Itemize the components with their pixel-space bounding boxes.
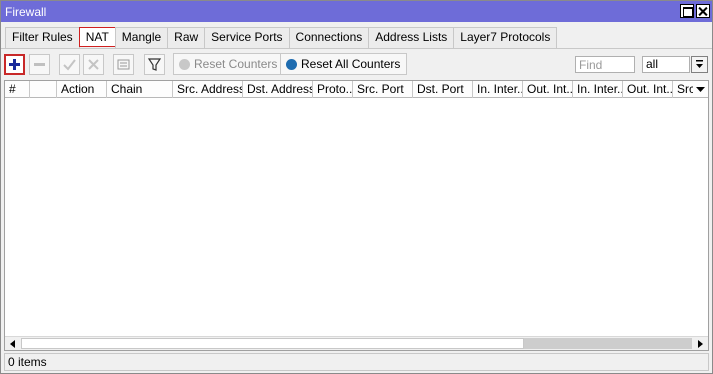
tab-layer7-protocols[interactable]: Layer7 Protocols: [453, 27, 558, 48]
chevron-down-icon: [696, 60, 703, 68]
close-icon[interactable]: [696, 4, 710, 18]
column-header[interactable]: [30, 81, 57, 98]
column-header[interactable]: Dst. Address: [243, 81, 313, 98]
tab-service-ports[interactable]: Service Ports: [204, 27, 290, 48]
tab-raw[interactable]: Raw: [167, 27, 206, 48]
remove-button[interactable]: [29, 54, 50, 75]
comment-icon: [117, 59, 130, 70]
enable-icon: [63, 59, 76, 71]
tab-divider: [1, 48, 712, 49]
table-body[interactable]: [5, 99, 708, 336]
tab-connections[interactable]: Connections: [288, 27, 370, 48]
column-header[interactable]: Out. Int...: [523, 81, 573, 98]
add-button[interactable]: [4, 54, 25, 75]
add-icon: [9, 59, 20, 70]
reset-all-counters-button[interactable]: Reset All Counters: [280, 53, 408, 75]
column-header[interactable]: Dst. Port: [413, 81, 473, 98]
reset-all-counters-label: Reset All Counters: [301, 57, 401, 71]
tab-bar: Filter Rules NAT Mangle Raw Service Port…: [5, 27, 558, 48]
column-header[interactable]: Chain: [107, 81, 173, 98]
nat-rules-table: # Action Chain Src. Address Dst. Address…: [4, 80, 709, 351]
scroll-right-icon[interactable]: [694, 338, 706, 350]
chevron-down-icon: [696, 87, 705, 92]
tab-nat[interactable]: NAT: [78, 27, 116, 47]
tab-address-lists[interactable]: Address Lists: [368, 27, 455, 48]
filter-select[interactable]: all: [642, 56, 690, 73]
disable-icon: [88, 59, 99, 70]
reset-counters-button[interactable]: Reset Counters: [173, 53, 285, 75]
tab-mangle[interactable]: Mangle: [114, 27, 169, 48]
title-bar[interactable]: Firewall: [1, 1, 712, 22]
filter-button[interactable]: [144, 54, 165, 75]
scroll-left-icon[interactable]: [7, 338, 19, 350]
column-header[interactable]: In. Inter...: [473, 81, 523, 98]
toolbar: Reset Counters Reset All Counters all: [1, 51, 712, 77]
column-header[interactable]: Proto...: [313, 81, 353, 98]
column-header[interactable]: Src. Port: [353, 81, 413, 98]
column-header[interactable]: Out. Int...: [623, 81, 673, 98]
tab-filter-rules[interactable]: Filter Rules: [5, 27, 80, 48]
reset-counters-label: Reset Counters: [194, 57, 278, 71]
window-title: Firewall: [5, 5, 47, 19]
status-bar: 0 items: [4, 353, 709, 371]
filter-dropdown-button[interactable]: [691, 56, 708, 73]
enable-button[interactable]: [59, 54, 80, 75]
column-header[interactable]: Src.: [673, 81, 693, 98]
filter-icon: [147, 58, 162, 71]
scroll-track[interactable]: [21, 338, 524, 349]
find-input[interactable]: [575, 56, 635, 73]
column-header[interactable]: Action: [57, 81, 107, 98]
column-header[interactable]: In. Inter...: [573, 81, 623, 98]
remove-icon: [34, 63, 45, 66]
horizontal-scrollbar[interactable]: [5, 336, 708, 350]
column-menu-button[interactable]: [693, 81, 708, 98]
maximize-icon[interactable]: [680, 4, 694, 18]
scroll-thumb[interactable]: [524, 338, 692, 349]
firewall-window: Firewall Filter Rules NAT Mangle Raw Ser…: [0, 0, 713, 374]
reset-all-icon: [286, 59, 297, 70]
item-count: 0 items: [8, 355, 47, 369]
disable-button[interactable]: [83, 54, 104, 75]
reset-icon: [179, 59, 190, 70]
table-header: # Action Chain Src. Address Dst. Address…: [5, 81, 708, 98]
comment-button[interactable]: [113, 54, 134, 75]
column-header[interactable]: #: [5, 81, 30, 98]
column-header[interactable]: Src. Address: [173, 81, 243, 98]
